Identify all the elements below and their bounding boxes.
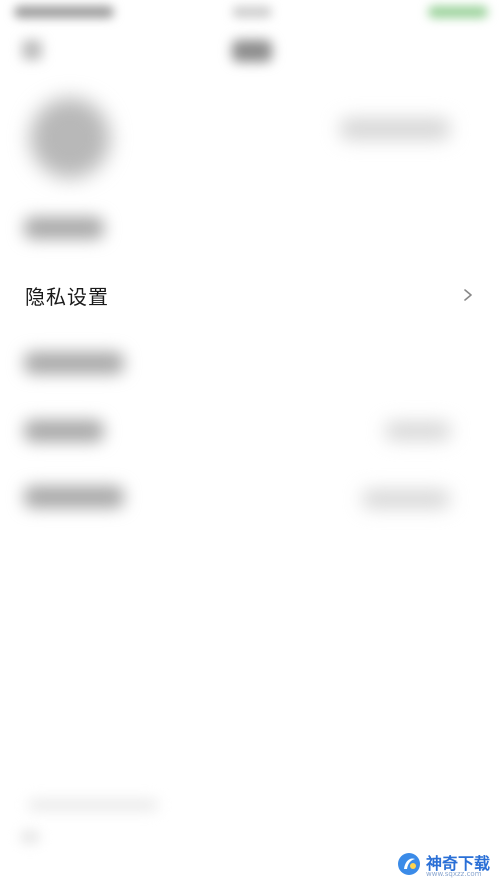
bottom-blurred-text xyxy=(28,800,158,810)
bottom-blurred-icon xyxy=(20,830,40,844)
brand-logo-icon xyxy=(398,853,420,875)
settings-row-blurred-4-value xyxy=(362,490,450,508)
privacy-settings-row[interactable]: 隐私设置 xyxy=(0,270,500,320)
status-bar-battery xyxy=(428,6,488,18)
status-bar-center xyxy=(232,6,272,18)
avatar-row-value xyxy=(340,118,450,140)
chevron-right-icon xyxy=(464,289,472,301)
privacy-settings-label: 隐私设置 xyxy=(25,284,109,309)
avatar[interactable] xyxy=(30,98,110,178)
settings-row-blurred-3[interactable] xyxy=(24,420,104,442)
status-bar-time xyxy=(14,6,114,18)
settings-row-blurred-1[interactable] xyxy=(24,217,104,239)
settings-row-blurred-4[interactable] xyxy=(24,486,124,508)
watermark-url: www.sqxzz.com xyxy=(426,870,482,878)
watermark: 神奇下载 www.sqxzz.com xyxy=(396,848,500,880)
page-title xyxy=(232,40,272,62)
settings-row-blurred-3-value xyxy=(385,422,451,440)
settings-row-blurred-2[interactable] xyxy=(24,352,124,374)
back-button[interactable] xyxy=(22,40,42,60)
